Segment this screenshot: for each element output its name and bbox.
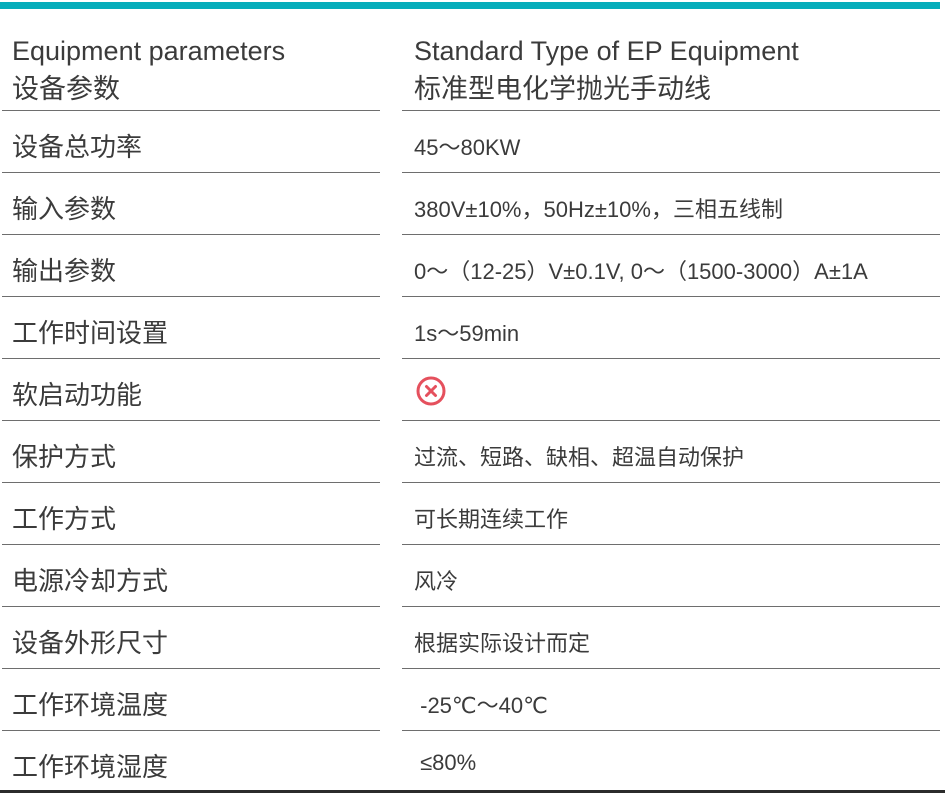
- row-label: 工作环境温度: [12, 690, 169, 720]
- table-row: 工作环境温度 -25℃～40℃: [0, 669, 945, 731]
- table-row: 软启动功能: [0, 359, 945, 421]
- row-label-cell: 工作环境温度: [2, 669, 380, 731]
- table-row: 工作环境湿度 ≤80%: [0, 731, 945, 790]
- table-row: 设备总功率 45～80KW: [0, 111, 945, 173]
- row-label-cell: 输出参数: [2, 235, 380, 297]
- row-label: 输出参数: [12, 256, 117, 286]
- table-row: 输入参数 380V±10%，50Hz±10%，三相五线制: [0, 173, 945, 235]
- row-value-cell: 风冷: [402, 545, 940, 607]
- row-label-cell: 工作环境湿度: [2, 731, 380, 790]
- row-value: 45～80KW: [414, 135, 521, 160]
- row-value: -25℃～40℃: [414, 693, 548, 718]
- row-value: 过流、短路、缺相、超温自动保护: [414, 445, 745, 470]
- row-value: ≤80%: [414, 750, 477, 775]
- row-label: 电源冷却方式: [12, 566, 169, 596]
- row-value: 380V±10%，50Hz±10%，三相五线制: [414, 197, 783, 222]
- header-standard-cn: 标准型电化学抛光手动线: [414, 74, 711, 104]
- row-value-cell: 根据实际设计而定: [402, 607, 940, 669]
- row-value-cell: 45～80KW: [402, 111, 940, 173]
- row-label: 设备总功率: [12, 132, 143, 162]
- header-parameters-label: Equipment parameters 设备参数: [12, 32, 285, 108]
- row-label-cell: 设备总功率: [2, 111, 380, 173]
- table-row: 保护方式 过流、短路、缺相、超温自动保护: [0, 421, 945, 483]
- table-row: 设备外形尺寸 根据实际设计而定: [0, 607, 945, 669]
- row-label: 软启动功能: [12, 380, 143, 410]
- table-row: 工作方式 可长期连续工作: [0, 483, 945, 545]
- row-label-cell: 保护方式: [2, 421, 380, 483]
- row-label-cell: 电源冷却方式: [2, 545, 380, 607]
- row-label: 输入参数: [12, 194, 117, 224]
- row-label-cell: 设备外形尺寸: [2, 607, 380, 669]
- table-row: 电源冷却方式 风冷: [0, 545, 945, 607]
- row-value-cell: 380V±10%，50Hz±10%，三相五线制: [402, 173, 940, 235]
- row-label: 工作时间设置: [12, 318, 169, 348]
- row-label-cell: 工作方式: [2, 483, 380, 545]
- row-label: 设备外形尺寸: [12, 628, 169, 658]
- accent-bar: [0, 2, 940, 9]
- table-bottom-rule: [0, 790, 945, 793]
- row-label-cell: 软启动功能: [2, 359, 380, 421]
- row-label: 保护方式: [12, 442, 117, 472]
- row-value-cell: [402, 359, 940, 421]
- row-value-cell: 0～（12-25）V±0.1V, 0～（1500-3000）A±1A: [402, 235, 940, 297]
- row-label: 工作环境湿度: [12, 752, 169, 782]
- header-parameters-en: Equipment parameters: [12, 36, 286, 66]
- row-value: 可长期连续工作: [414, 507, 569, 532]
- row-label: 工作方式: [12, 504, 117, 534]
- x-circle-icon: [416, 376, 446, 406]
- row-label-cell: 工作时间设置: [2, 297, 380, 359]
- header-parameters-cell: Equipment parameters 设备参数: [2, 10, 380, 111]
- header-standard-cell: Standard Type of EP Equipment 标准型电化学抛光手动…: [402, 10, 940, 111]
- table-header: Equipment parameters 设备参数 Standard Type …: [0, 10, 945, 111]
- row-value: 0～（12-25）V±0.1V, 0～（1500-3000）A±1A: [414, 259, 868, 284]
- row-value: 风冷: [414, 569, 459, 594]
- row-value-cell: ≤80%: [402, 731, 940, 790]
- row-value: 根据实际设计而定: [414, 631, 591, 656]
- header-standard-label: Standard Type of EP Equipment 标准型电化学抛光手动…: [414, 32, 799, 108]
- header-parameters-cn: 设备参数: [12, 74, 120, 104]
- row-value-cell: 过流、短路、缺相、超温自动保护: [402, 421, 940, 483]
- row-label-cell: 输入参数: [2, 173, 380, 235]
- row-value-cell: -25℃～40℃: [402, 669, 940, 731]
- table-row: 工作时间设置 1s～59min: [0, 297, 945, 359]
- row-value: 1s～59min: [414, 321, 520, 346]
- row-value-cell: 1s～59min: [402, 297, 940, 359]
- table-row: 输出参数 0～（12-25）V±0.1V, 0～（1500-3000）A±1A: [0, 235, 945, 297]
- row-value-cell: 可长期连续工作: [402, 483, 940, 545]
- header-standard-en: Standard Type of EP Equipment: [414, 36, 799, 66]
